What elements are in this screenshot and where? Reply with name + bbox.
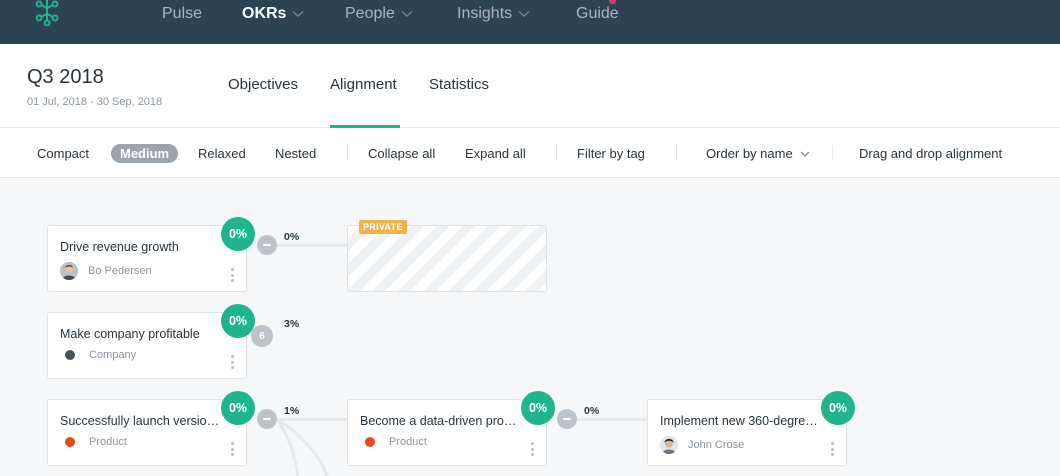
aligned-progress: 3%	[284, 318, 300, 330]
more-options-icon[interactable]	[831, 442, 834, 456]
objective-card[interactable]: Become a data-driven product team Produc…	[347, 399, 547, 466]
nav-item-label: Insights	[457, 5, 513, 22]
filter-by-tag-button[interactable]: Filter by tag	[577, 146, 645, 161]
nav-item-insights[interactable]: Insights	[457, 5, 530, 23]
nav-item-label: Guide	[576, 5, 619, 22]
more-options-icon[interactable]	[231, 355, 234, 369]
owner-name: John Crose	[688, 439, 745, 451]
toolbar-divider	[676, 145, 677, 161]
alignment-tree: Drive revenue growth Bo Pedersen 0% 0% P…	[0, 179, 1060, 476]
tab-statistics[interactable]: Statistics	[429, 76, 489, 93]
objective-owner: Company	[60, 349, 136, 361]
period-title[interactable]: Q3 2018	[27, 66, 104, 89]
nav-item-pulse[interactable]: Pulse	[162, 5, 202, 23]
owner-name: Company	[89, 349, 137, 361]
alignment-toolbar: Compact Medium Relaxed Nested Collapse a…	[0, 128, 1060, 178]
owner-name: Product	[389, 436, 427, 448]
connector-line	[577, 418, 647, 421]
objective-card[interactable]: Make company profitable Company	[47, 312, 247, 379]
objective-title: Become a data-driven product team	[360, 414, 520, 428]
collapse-toggle[interactable]	[557, 409, 577, 429]
toolbar-divider	[556, 145, 557, 161]
density-medium-button[interactable]: Medium	[111, 144, 179, 163]
objective-card[interactable]: Successfully launch version 2.0 Product	[47, 399, 247, 466]
private-badge: PRIVATE	[359, 220, 407, 234]
objective-title: Implement new 360-degree feedback proces…	[660, 414, 820, 428]
objective-owner: Product	[360, 436, 427, 448]
toolbar-divider	[347, 145, 348, 161]
team-color-dot	[65, 437, 75, 447]
period-dates: 01 Jul, 2018 - 30 Sep, 2018	[27, 96, 163, 108]
avatar	[660, 436, 678, 454]
order-by-label: Order by name	[706, 146, 793, 161]
more-options-icon[interactable]	[231, 268, 234, 282]
aligned-progress: 1%	[284, 405, 300, 417]
objective-title: Drive revenue growth	[60, 240, 179, 254]
nav-item-label: OKRs	[242, 5, 287, 22]
nav-item-label: People	[345, 5, 395, 22]
density-compact-button[interactable]: Compact	[37, 146, 89, 161]
chevron-down-icon	[401, 10, 413, 17]
more-options-icon[interactable]	[231, 442, 234, 456]
progress-badge: 0%	[521, 391, 555, 425]
expand-toggle[interactable]: 6	[251, 325, 273, 347]
nav-item-people[interactable]: People	[345, 5, 413, 23]
collapse-toggle[interactable]	[257, 409, 277, 429]
objective-card[interactable]: Implement new 360-degree feedback proces…	[647, 399, 847, 466]
progress-badge: 0%	[221, 217, 255, 251]
top-navigation-bar: Pulse OKRs People Insights Guide	[0, 0, 1060, 44]
team-color-dot	[65, 350, 75, 360]
drag-and-drop-alignment-button[interactable]: Drag and drop alignment	[859, 146, 1002, 161]
density-relaxed-button[interactable]: Relaxed	[198, 146, 246, 161]
aligned-progress: 0%	[584, 405, 600, 417]
private-objective-card: PRIVATE	[347, 220, 547, 292]
objective-owner: John Crose	[660, 436, 744, 454]
objective-owner: Bo Pedersen	[60, 262, 152, 280]
expand-all-button[interactable]: Expand all	[465, 146, 526, 161]
nav-item-okrs[interactable]: OKRs	[242, 5, 304, 23]
tab-objectives[interactable]: Objectives	[228, 76, 298, 93]
chevron-down-icon	[800, 151, 810, 158]
objective-title: Successfully launch version 2.0	[60, 414, 220, 428]
connector-line	[277, 244, 347, 247]
owner-name: Bo Pedersen	[88, 265, 152, 277]
notification-dot	[609, 0, 616, 4]
tree-network-icon[interactable]	[32, 0, 62, 26]
aligned-progress: 0%	[284, 231, 300, 243]
more-options-icon[interactable]	[531, 442, 534, 456]
order-by-dropdown[interactable]: Order by name	[706, 146, 810, 161]
chevron-down-icon	[292, 10, 304, 17]
page-header: Q3 2018 01 Jul, 2018 - 30 Sep, 2018 Obje…	[0, 44, 1060, 128]
team-color-dot	[365, 437, 375, 447]
progress-badge: 0%	[821, 391, 855, 425]
objective-card[interactable]: Drive revenue growth Bo Pedersen	[47, 225, 247, 292]
toolbar-divider	[832, 145, 833, 161]
objective-owner: Product	[60, 436, 127, 448]
progress-badge: 0%	[221, 304, 255, 338]
nav-item-label: Pulse	[162, 5, 203, 22]
avatar	[60, 262, 78, 280]
collapse-toggle[interactable]	[257, 235, 277, 255]
collapse-all-button[interactable]: Collapse all	[368, 146, 435, 161]
tab-alignment[interactable]: Alignment	[330, 76, 397, 93]
progress-badge: 0%	[221, 391, 255, 425]
chevron-down-icon	[518, 10, 530, 17]
nav-item-guide[interactable]: Guide	[576, 5, 619, 23]
objective-title: Make company profitable	[60, 327, 200, 341]
owner-name: Product	[89, 436, 127, 448]
view-nested-button[interactable]: Nested	[275, 146, 316, 161]
